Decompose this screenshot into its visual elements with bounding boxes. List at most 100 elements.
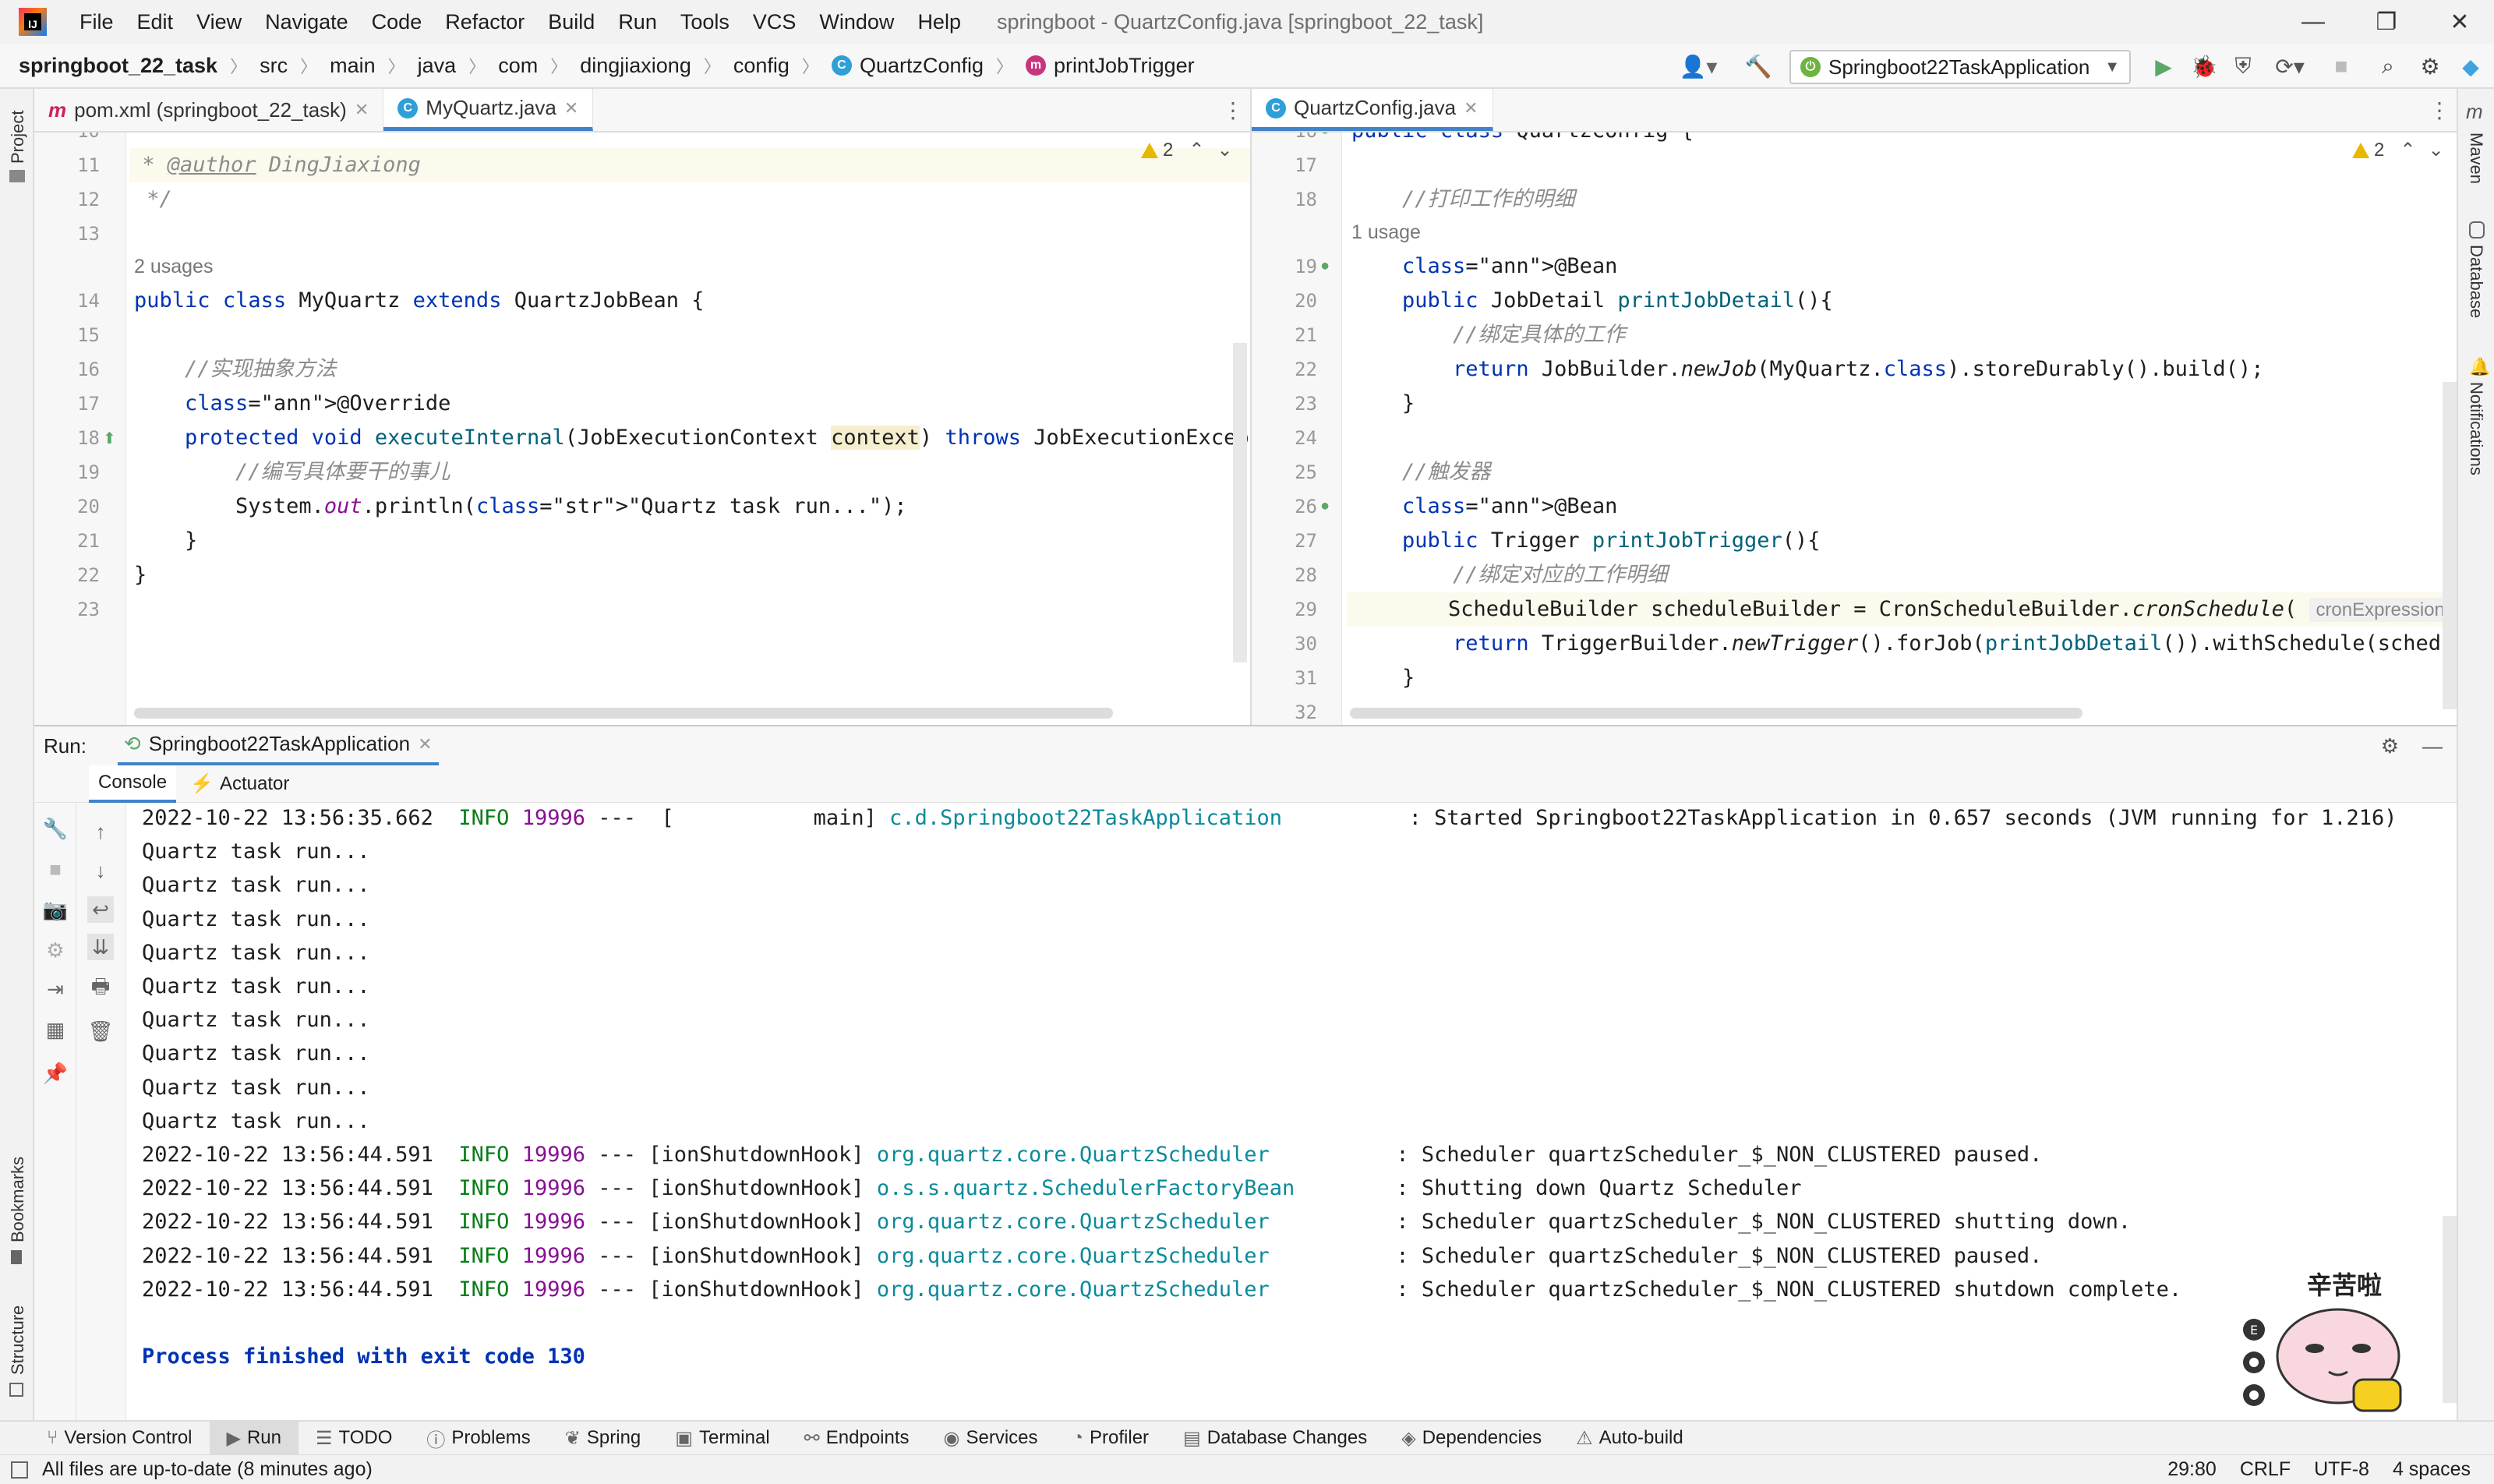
settings-gear-icon[interactable]: ⚙ <box>2415 53 2446 80</box>
subtab-actuator[interactable]: ⚡ Actuator <box>190 772 289 795</box>
tool-window-database[interactable]: Database <box>2466 245 2486 318</box>
breadcrumb-item[interactable]: QuartzConfig <box>860 54 984 78</box>
menu-edit[interactable]: Edit <box>126 10 186 34</box>
tab-pom-xml[interactable]: m pom.xml (springboot_22_task) ✕ <box>34 89 384 131</box>
print-icon[interactable]: 🖶 <box>87 974 114 1002</box>
tool-version-control[interactable]: ⑂ Version Control <box>0 1421 210 1455</box>
run-config-select[interactable]: ⏻ Springboot22TaskApplication ▼ <box>1789 50 2131 84</box>
user-icon[interactable]: 👤▾ <box>1677 53 1719 80</box>
close-tab-icon[interactable]: ✕ <box>564 98 578 118</box>
stop-icon[interactable]: ■ <box>2326 53 2357 80</box>
tool-window-structure[interactable]: Structure <box>8 1306 28 1375</box>
console-scrollbar[interactable] <box>2443 1216 2457 1403</box>
menu-help[interactable]: Help <box>906 10 973 34</box>
maximize-button[interactable]: ❐ <box>2349 0 2424 44</box>
tool-profiler[interactable]: ◔ Profiler <box>1055 1421 1167 1455</box>
indent-setting[interactable]: 4 spaces <box>2393 1458 2471 1481</box>
breadcrumb-item[interactable]: springboot_22_task <box>19 54 217 78</box>
settings-disabled-icon[interactable]: ⚙ <box>42 937 69 963</box>
spring-bean-gutter-icon[interactable]: ● <box>1320 132 1330 140</box>
tool-database-changes[interactable]: ▤ Database Changes <box>1166 1421 1384 1455</box>
hide-panel-icon[interactable]: — <box>2422 734 2443 758</box>
menu-navigate[interactable]: Navigate <box>254 10 361 34</box>
search-icon[interactable]: ⌕ <box>2372 53 2404 80</box>
menu-code[interactable]: Code <box>361 10 435 34</box>
tool-window-project[interactable]: Project <box>8 111 28 164</box>
right-vertical-scrollbar[interactable] <box>2443 382 2457 709</box>
prev-highlight-icon[interactable]: ⌃ <box>2400 139 2415 161</box>
tool-window-maven[interactable]: Maven <box>2466 132 2486 184</box>
tool-endpoints[interactable]: ⚯ Endpoints <box>787 1421 927 1455</box>
menu-file[interactable]: File <box>69 10 126 34</box>
clear-trash-icon[interactable]: 🗑 <box>87 1018 114 1044</box>
run-tab-springboot[interactable]: ⟲ Springboot22TaskApplication ✕ <box>117 726 439 766</box>
menu-run[interactable]: Run <box>607 10 669 34</box>
pin-icon[interactable]: 📌 <box>42 1060 69 1086</box>
breadcrumb-item[interactable]: main <box>330 54 376 78</box>
menu-refactor[interactable]: Refactor <box>434 10 537 34</box>
coverage-icon[interactable]: ⛨ <box>2227 53 2259 80</box>
scroll-up-icon[interactable]: ↑ <box>87 818 114 845</box>
close-tab-icon[interactable]: ✕ <box>1464 98 1478 118</box>
scroll-down-icon[interactable]: ↓ <box>87 857 114 884</box>
left-horizontal-scrollbar[interactable] <box>134 708 1113 719</box>
override-gutter-icon[interactable]: ⬆ <box>103 429 116 448</box>
menu-window[interactable]: Window <box>808 10 906 34</box>
soft-wrap-icon[interactable]: ↩ <box>87 896 114 923</box>
spring-bean-gutter-icon[interactable]: ● <box>1320 497 1330 515</box>
breadcrumb-item[interactable]: config <box>733 54 790 78</box>
breadcrumb-item[interactable]: src <box>260 54 288 78</box>
breadcrumb-item[interactable]: printJobTrigger <box>1054 54 1195 78</box>
tool-todo[interactable]: ☰ TODO <box>299 1421 409 1455</box>
tool-run[interactable]: ▶ Run <box>209 1421 299 1455</box>
usage-hint[interactable]: 1 usage <box>1351 215 1421 249</box>
subtab-console[interactable]: Console <box>89 765 177 803</box>
prev-highlight-icon[interactable]: ⌃ <box>1189 139 1204 161</box>
debug-icon[interactable]: 🐞 <box>2188 53 2220 80</box>
more-tabs-icon[interactable]: ⋮ <box>2422 89 2457 131</box>
file-encoding[interactable]: UTF-8 <box>2314 1458 2369 1481</box>
stop-icon[interactable]: ■ <box>42 856 69 882</box>
right-code-editor[interactable]: 16●public class QuartzConfig {1718 //打印工… <box>1252 132 2457 725</box>
tab-myquartz-java[interactable]: C MyQuartz.java ✕ <box>383 89 594 131</box>
status-toggle-icon[interactable] <box>11 1461 28 1479</box>
wrench-icon[interactable]: 🔧 <box>42 815 69 842</box>
tool-problems[interactable]: ⓘ Problems <box>409 1421 547 1455</box>
menu-view[interactable]: View <box>185 10 254 34</box>
breadcrumb-item[interactable]: com <box>498 54 538 78</box>
tool-services[interactable]: ◉ Services <box>927 1421 1055 1455</box>
left-code-editor[interactable]: 10 * 11 * @author DingJiaxiong 12 */ 13 2 us… <box>34 132 1250 725</box>
left-warning-indicator[interactable]: 2 ⌃ ⌄ <box>1141 139 1233 161</box>
right-warning-indicator[interactable]: 2 ⌃ ⌄ <box>2352 139 2444 161</box>
more-tabs-icon[interactable]: ⋮ <box>1216 89 1250 131</box>
layout-icon[interactable]: ▦ <box>42 1016 69 1043</box>
tool-window-bookmarks[interactable]: Bookmarks <box>8 1157 28 1242</box>
tool-auto-build[interactable]: ⚠ Auto-build <box>1559 1421 1701 1455</box>
tool-window-notifications[interactable]: Notifications <box>2466 382 2486 475</box>
tool-terminal[interactable]: ▣ Terminal <box>658 1421 786 1455</box>
exit-icon[interactable]: ⇥ <box>42 976 69 1002</box>
breadcrumb-item[interactable]: dingjiaxiong <box>580 54 691 78</box>
tool-dependencies[interactable]: ◈ Dependencies <box>1384 1421 1559 1455</box>
close-tab-icon[interactable]: ✕ <box>355 100 369 120</box>
tool-spring[interactable]: ❦ Spring <box>548 1421 658 1455</box>
close-tab-icon[interactable]: ✕ <box>418 734 432 754</box>
breadcrumb-item[interactable]: java <box>418 54 457 78</box>
next-highlight-icon[interactable]: ⌄ <box>2428 139 2443 161</box>
line-separator[interactable]: CRLF <box>2240 1458 2291 1481</box>
run-settings-gear-icon[interactable]: ⚙ <box>2381 734 2399 758</box>
jetbrains-toolbox-icon[interactable]: ◆ <box>2455 53 2486 80</box>
close-window-button[interactable]: ✕ <box>2422 0 2494 44</box>
menu-tools[interactable]: Tools <box>669 10 742 34</box>
tab-quartzconfig-java[interactable]: C QuartzConfig.java ✕ <box>1252 89 1493 131</box>
minimize-button[interactable]: — <box>2276 0 2351 44</box>
scroll-to-end-icon[interactable]: ⇊ <box>87 934 114 960</box>
console-output[interactable]: 2022-10-22 13:56:35.662 INFO 19996 --- [… <box>126 803 2457 1420</box>
build-hammer-icon[interactable]: 🔨 <box>1743 53 1774 80</box>
profile-icon[interactable]: ⟳▾ <box>2266 53 2313 80</box>
right-horizontal-scrollbar[interactable] <box>1350 708 2082 719</box>
menu-vcs[interactable]: VCS <box>742 10 809 34</box>
menu-build[interactable]: Build <box>537 10 607 34</box>
camera-icon[interactable]: 📷 <box>42 896 69 923</box>
run-icon[interactable]: ▶ <box>2148 53 2179 80</box>
